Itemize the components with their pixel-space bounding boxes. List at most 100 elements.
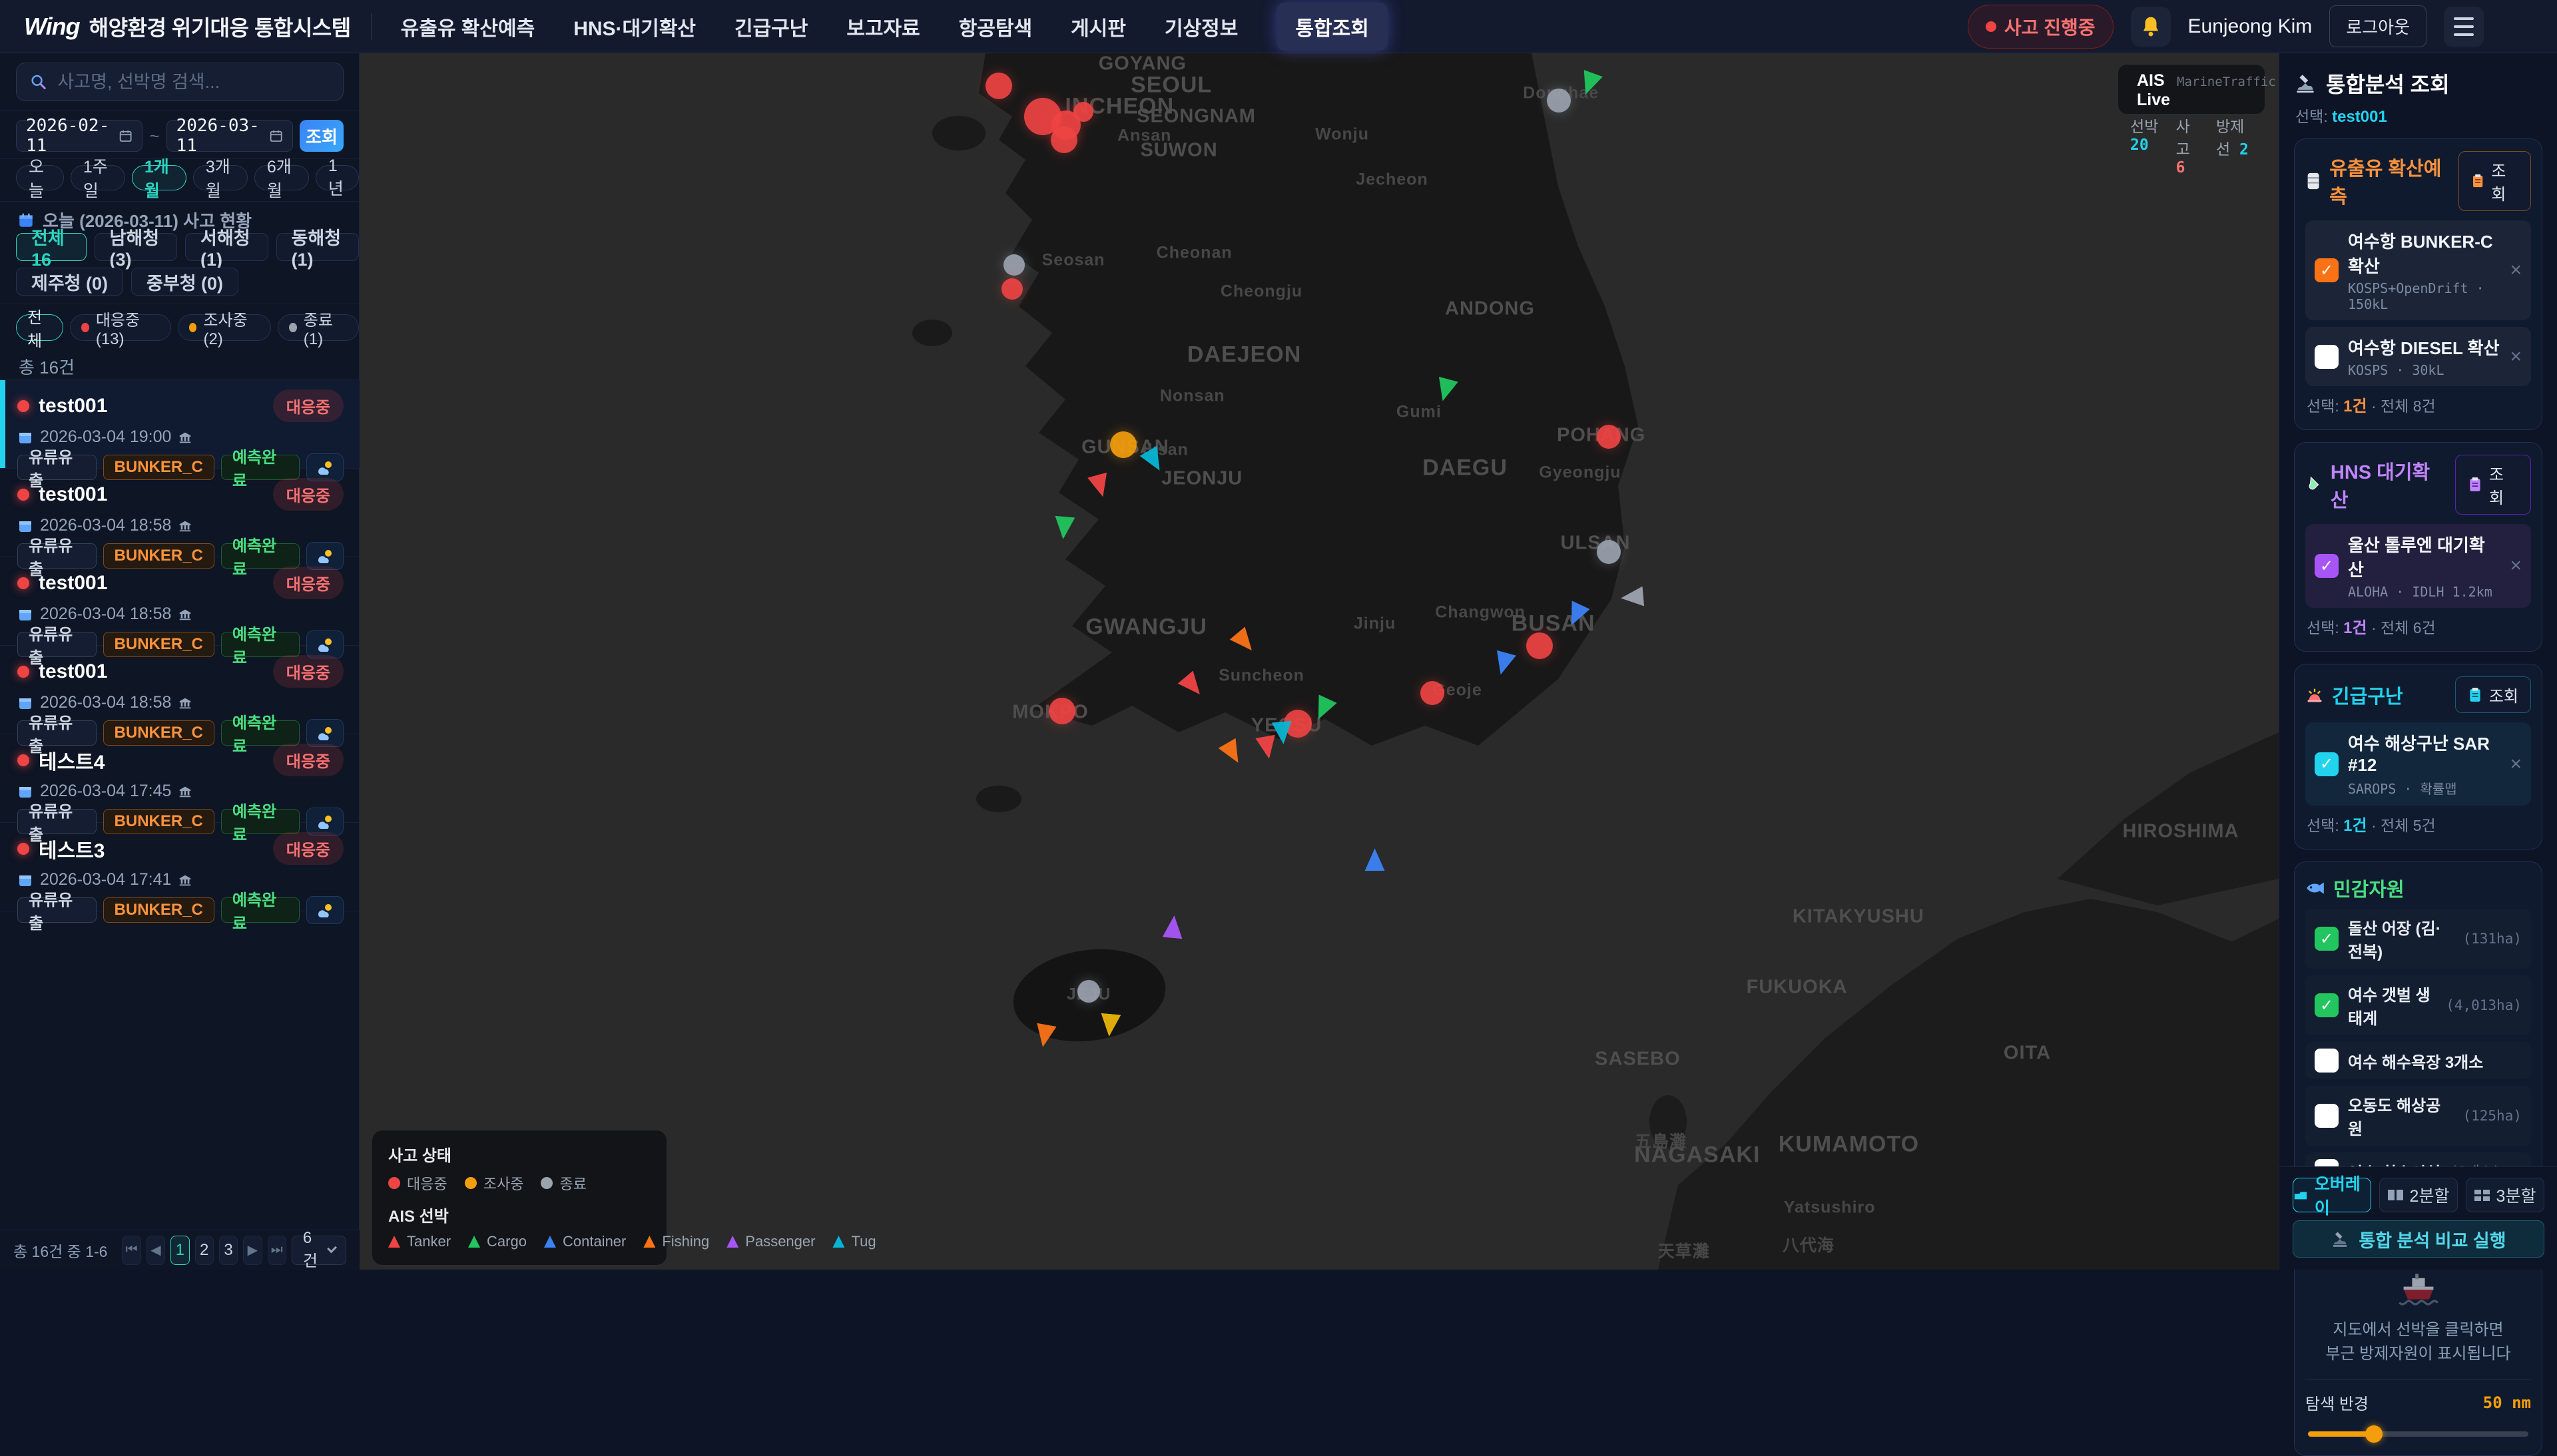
incident-card[interactable]: test001대응중2026-03-04 18:58유류유출BUNKER_C예측… [0, 557, 360, 646]
split-3-view-button[interactable]: 3분할 [2466, 1178, 2544, 1212]
page-button-2[interactable]: 2 [195, 1236, 214, 1265]
page-size-select[interactable]: 6건 [292, 1236, 346, 1265]
region-chip-donghae[interactable]: 동해청 (1) [276, 233, 360, 261]
last-page-button[interactable]: ⏭ [268, 1236, 286, 1265]
incident-card[interactable]: test001대응중2026-03-04 19:00유류유출BUNKER_C예측… [0, 380, 360, 469]
incident-marker[interactable] [1597, 540, 1621, 564]
range-chip-1year[interactable]: 1년 [316, 165, 359, 190]
overlay-view-button[interactable]: 오버레이 [2293, 1178, 2371, 1212]
incident-marker[interactable] [1051, 126, 1077, 153]
checkbox-checked[interactable]: ✓ [2315, 752, 2339, 776]
checkbox-unchecked[interactable] [2315, 1049, 2339, 1073]
incident-marker[interactable] [1077, 980, 1100, 1003]
range-chip-3month[interactable]: 3개월 [193, 165, 248, 190]
oil-query-button[interactable]: 조회 [2458, 151, 2531, 211]
region-chip-namhae[interactable]: 남해청 (3) [95, 233, 178, 261]
range-chip-6month[interactable]: 6개월 [254, 165, 309, 190]
range-chip-today[interactable]: 오늘 [16, 165, 64, 190]
incident-status-badge: 대응중 [273, 744, 344, 776]
rescue-item-sar12[interactable]: ✓ 여수 해상구난 SAR #12 SAROPS · 확률맵 × [2305, 722, 2531, 806]
incident-in-progress-badge[interactable]: 사고 진행중 [1968, 5, 2114, 49]
prev-page-button[interactable]: ◀ [146, 1236, 165, 1265]
close-icon[interactable]: × [2510, 555, 2522, 577]
incident-card[interactable]: test001대응중2026-03-04 18:58유류유출BUNKER_C예측… [0, 469, 360, 557]
nav-item-hns[interactable]: HNS·대기확산 [573, 12, 696, 41]
incident-marker[interactable] [1110, 431, 1137, 458]
status-filter-closed[interactable]: 종료 (1) [278, 314, 359, 341]
status-filter-all[interactable]: 전체 [16, 314, 63, 341]
radius-slider[interactable] [2308, 1431, 2528, 1437]
incident-card[interactable]: 테스트4대응중2026-03-04 17:45유류유출BUNKER_C예측완료 [0, 734, 360, 823]
calendar-icon [17, 695, 33, 711]
incident-marker[interactable] [1049, 698, 1075, 724]
incident-marker[interactable] [1073, 102, 1093, 122]
date-query-button[interactable]: 조회 [300, 120, 344, 152]
incident-marker[interactable] [1420, 681, 1444, 705]
date-from-input[interactable]: 2026-02-11 [16, 120, 142, 152]
first-page-button[interactable]: ⏮ [122, 1236, 141, 1265]
resource-row-tidal-flat[interactable]: ✓ 여수 갯벌 생태계 (4,013ha) [2305, 975, 2531, 1035]
weather-button[interactable] [306, 896, 344, 924]
hns-item-toluene[interactable]: ✓ 울산 톨루엔 대기확산 ALOHA · IDLH 1.2km × [2305, 524, 2531, 608]
cleanup-hint-text: 지도에서 선박을 클릭하면 부근 방제자원이 표시됩니다 [2305, 1318, 2531, 1366]
rescue-query-button[interactable]: 조회 [2455, 676, 2531, 713]
resource-row-farm[interactable]: ✓ 돌산 어장 (김·전복) (131ha) [2305, 909, 2531, 969]
hns-query-button[interactable]: 조회 [2455, 455, 2531, 515]
checkbox-checked[interactable]: ✓ [2315, 554, 2339, 578]
logout-button[interactable]: 로그아웃 [2329, 5, 2426, 47]
calendar-icon [119, 128, 133, 144]
status-filter-responding[interactable]: 대응중 (13) [70, 314, 171, 341]
page-button-3[interactable]: 3 [219, 1236, 238, 1265]
checkbox-unchecked[interactable] [2315, 1104, 2339, 1128]
slider-thumb[interactable] [2365, 1425, 2383, 1443]
calendar-icon [17, 518, 33, 534]
split-2-icon [2388, 1190, 2403, 1200]
nav-item-weather[interactable]: 기상정보 [1165, 12, 1238, 41]
close-icon[interactable]: × [2510, 753, 2522, 776]
next-page-button[interactable]: ▶ [243, 1236, 262, 1265]
region-chip-all[interactable]: 전체 16 [16, 233, 87, 261]
incident-marker[interactable] [1003, 254, 1025, 276]
resource-row-beaches[interactable]: 여수 해수욕장 3개소 [2305, 1042, 2531, 1079]
incident-marker[interactable] [1597, 425, 1621, 449]
close-icon[interactable]: × [2510, 346, 2522, 368]
oil-item-diesel[interactable]: 여수항 DIESEL 확산 KOSPS · 30kL × [2305, 327, 2531, 386]
nav-item-oil-spill[interactable]: 유출유 확산예측 [401, 12, 535, 41]
checkbox-checked[interactable]: ✓ [2315, 258, 2339, 282]
run-analysis-button[interactable]: 통합 분석 비교 실행 [2293, 1220, 2544, 1258]
nav-item-reports[interactable]: 보고자료 [846, 12, 920, 41]
map-city-label: Gumi [1396, 402, 1442, 421]
region-chip-seohae[interactable]: 서해청 (1) [185, 233, 268, 261]
notifications-button[interactable] [2131, 7, 2171, 47]
region-chip-jeju[interactable]: 제주청 (0) [16, 268, 123, 296]
checkbox-unchecked[interactable] [2315, 345, 2339, 369]
test-tube-icon [2305, 475, 2323, 495]
incident-card[interactable]: test001대응중2026-03-04 18:58유류유출BUNKER_C예측… [0, 646, 360, 734]
incident-marker[interactable] [986, 73, 1012, 99]
incident-search-box[interactable] [16, 63, 344, 101]
incident-marker[interactable] [1001, 278, 1023, 300]
range-chip-1week[interactable]: 1주일 [71, 165, 125, 190]
map-city-label: 天草灘 [1658, 1238, 1710, 1262]
nav-item-aerial[interactable]: 항공탐색 [959, 12, 1032, 41]
split-2-view-button[interactable]: 2분할 [2379, 1178, 2458, 1212]
checkbox-checked[interactable]: ✓ [2315, 993, 2339, 1017]
status-filter-investigating[interactable]: 조사중 (2) [178, 314, 271, 341]
checkbox-checked[interactable]: ✓ [2315, 927, 2339, 951]
nav-item-board[interactable]: 게시판 [1071, 12, 1126, 41]
incident-card[interactable]: 테스트3대응중2026-03-04 17:41유류유출BUNKER_C예측완료 [0, 823, 360, 911]
nav-item-integrated-search[interactable]: 통합조회 [1277, 3, 1387, 51]
oil-item-bunker-c[interactable]: ✓ 여수항 BUNKER-C 확산 KOSPS+OpenDrift · 150k… [2305, 220, 2531, 320]
incident-marker[interactable] [1526, 632, 1553, 659]
nav-item-rescue[interactable]: 긴급구난 [734, 12, 808, 41]
map-canvas[interactable]: GOYANGSEOULINCHEONSEONGNAMAnsanSUWONWonj… [360, 53, 2279, 1270]
date-to-input[interactable]: 2026-03-11 [166, 120, 293, 152]
menu-button[interactable] [2444, 7, 2484, 47]
range-chip-1month[interactable]: 1개월 [132, 165, 186, 190]
page-button-1[interactable]: 1 [170, 1236, 189, 1265]
search-input[interactable] [57, 72, 330, 93]
incident-marker[interactable] [1547, 89, 1571, 113]
resource-row-marine-park[interactable]: 오동도 해상공원 (125ha) [2305, 1086, 2531, 1146]
close-icon[interactable]: × [2510, 259, 2522, 282]
region-chip-jungbu[interactable]: 중부청 (0) [131, 268, 238, 296]
